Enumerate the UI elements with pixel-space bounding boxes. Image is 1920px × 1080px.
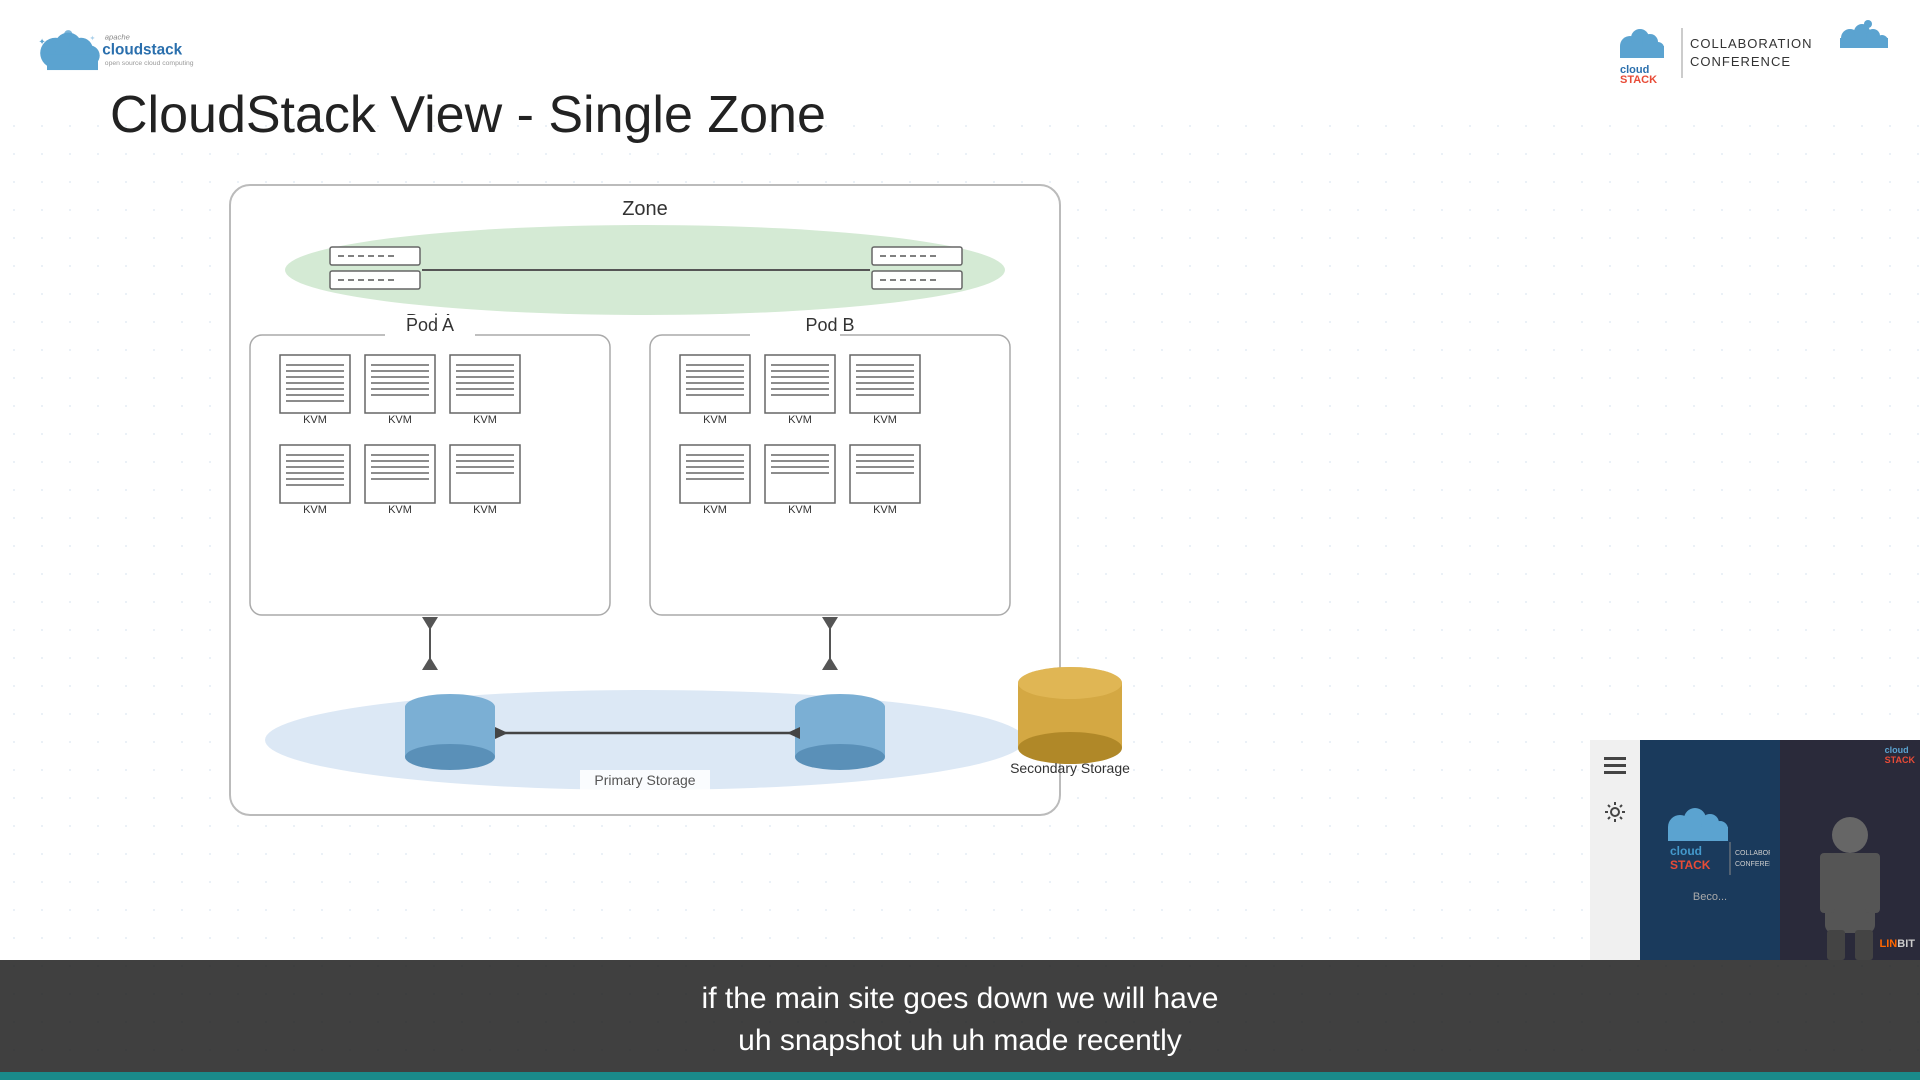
page-title: CloudStack View - Single Zone (110, 85, 826, 145)
subtitle-line-2: uh snapshot uh uh made recently (738, 1024, 1182, 1058)
video-become-text: Beco... (1693, 891, 1727, 903)
svg-text:CONFERENCE: CONFERENCE (1690, 54, 1791, 69)
svg-text:KVM: KVM (473, 414, 497, 426)
gear-icon[interactable] (1597, 794, 1633, 830)
linbit-logo: LINBIT (1880, 938, 1915, 950)
svg-text:Primary Storage: Primary Storage (594, 772, 695, 788)
subtitle-line-1: if the main site goes down we will have (702, 982, 1219, 1016)
svg-text:KVM: KVM (788, 414, 812, 426)
svg-text:COLLABORATION: COLLABORATION (1690, 36, 1813, 51)
svg-text:KVM: KVM (303, 504, 327, 516)
video-content: cloud STACK COLLABORATION CONFERENCE Bec… (1640, 740, 1920, 960)
conference-logo: cloud STACK COLLABORATION CONFERENCE (1610, 18, 1890, 83)
svg-text:Secondary Storage: Secondary Storage (1010, 760, 1130, 776)
video-presenter: cloudSTACK LINBIT (1780, 740, 1920, 960)
svg-text:Pod A: Pod A (406, 315, 454, 335)
bottom-nav-bar (0, 1072, 1920, 1080)
svg-text:KVM: KVM (473, 504, 497, 516)
svg-text:open source cloud computing: open source cloud computing (105, 59, 194, 66)
presenter-figure (1815, 810, 1885, 960)
svg-text:✦: ✦ (39, 36, 47, 46)
video-presenter-logo: cloudSTACK (1885, 745, 1915, 765)
svg-text:KVM: KVM (873, 504, 897, 516)
main-diagram: Zone Pod A Pod A KVM (200, 175, 1200, 875)
svg-text:KVM: KVM (788, 504, 812, 516)
svg-text:KVM: KVM (703, 504, 727, 516)
svg-text:KVM: KVM (388, 414, 412, 426)
svg-text:Pod B: Pod B (805, 315, 854, 335)
left-logo: ✦ ✦ apache cloudstack open source cloud … (30, 18, 200, 83)
svg-text:cloud: cloud (1670, 844, 1702, 858)
video-cloudstack-logo: cloud STACK COLLABORATION CONFERENCE (1650, 797, 1770, 887)
svg-text:cloudstack: cloudstack (102, 41, 182, 58)
video-overlay: cloud STACK COLLABORATION CONFERENCE Bec… (1590, 740, 1920, 960)
svg-text:KVM: KVM (388, 504, 412, 516)
svg-text:STACK: STACK (1620, 74, 1657, 83)
video-logo-left: cloud STACK COLLABORATION CONFERENCE Bec… (1640, 740, 1780, 960)
svg-text:CONFERENCE: CONFERENCE (1735, 861, 1770, 868)
apache-cloudstack-logo: ✦ ✦ apache cloudstack open source cloud … (30, 18, 200, 83)
svg-text:KVM: KVM (703, 414, 727, 426)
svg-text:✦: ✦ (89, 34, 95, 42)
zone-label: Zone (622, 198, 668, 220)
subtitle-bar: if the main site goes down we will have … (0, 960, 1920, 1080)
svg-text:apache: apache (105, 32, 130, 41)
svg-text:STACK: STACK (1670, 858, 1711, 872)
svg-text:KVM: KVM (873, 414, 897, 426)
menu-icon[interactable] (1597, 748, 1633, 784)
svg-text:COLLABORATION: COLLABORATION (1735, 850, 1770, 857)
video-sidebar (1590, 740, 1640, 960)
right-logo: cloud STACK COLLABORATION CONFERENCE (1610, 18, 1890, 83)
svg-text:KVM: KVM (303, 414, 327, 426)
